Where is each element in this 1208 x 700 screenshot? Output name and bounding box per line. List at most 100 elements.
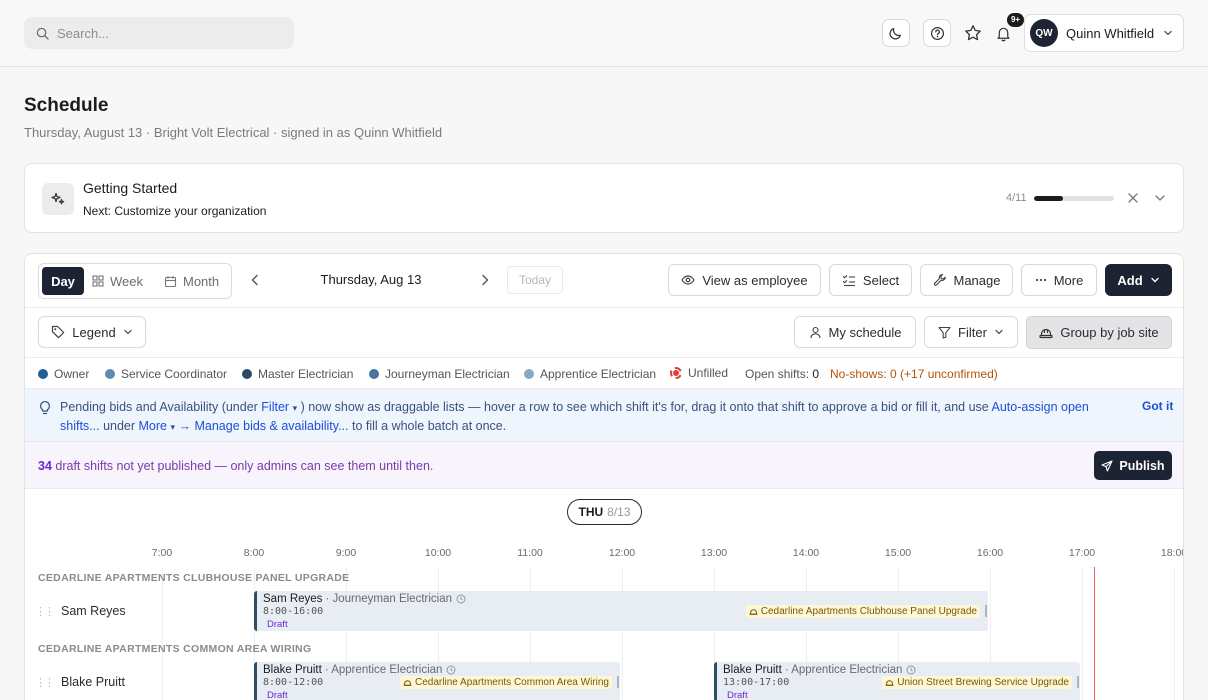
legend-item-unfilled: Unfilled bbox=[670, 366, 728, 380]
progress-fill bbox=[1034, 196, 1063, 201]
legend-label: Legend bbox=[72, 324, 116, 340]
view-month-label: Month bbox=[183, 273, 220, 289]
legend-label: Master Electrician bbox=[258, 367, 354, 381]
manage-label: Manage bbox=[953, 272, 1001, 288]
theme-toggle-button[interactable] bbox=[882, 19, 910, 47]
getting-started-title: Getting Started bbox=[83, 180, 178, 196]
caret-down-icon: ▾ bbox=[170, 422, 176, 432]
open-shifts-label: Open shifts: bbox=[745, 367, 810, 381]
shift-status: Draft bbox=[267, 619, 288, 630]
shift-header: Sam Reyes · Journeyman Electrician bbox=[263, 593, 466, 605]
resize-handle[interactable] bbox=[985, 605, 987, 617]
filter-button[interactable]: Filter bbox=[924, 316, 1018, 348]
favorites-button[interactable] bbox=[961, 19, 985, 47]
notification-badge: 9+ bbox=[1007, 13, 1024, 27]
top-bar: 9+ QW Quinn Whitfield bbox=[0, 0, 1208, 67]
chevron-down-icon[interactable] bbox=[1153, 191, 1167, 205]
add-button[interactable]: Add bbox=[1105, 264, 1172, 296]
shift-job-site-text: Union Street Brewing Service Upgrade bbox=[897, 677, 1069, 688]
publish-button[interactable]: Publish bbox=[1094, 451, 1172, 480]
view-day-button[interactable]: Day bbox=[42, 267, 84, 295]
shift-employee: Blake Pruitt bbox=[723, 664, 782, 676]
tag-icon bbox=[52, 325, 65, 339]
chevron-down-icon bbox=[1150, 277, 1159, 283]
chevron-right-icon[interactable] bbox=[477, 272, 493, 288]
legend-button[interactable]: Legend bbox=[38, 316, 146, 348]
tip-manage-bids-link[interactable]: → Manage bids & availability... bbox=[179, 419, 349, 433]
hour-tick-label: 14:00 bbox=[792, 547, 820, 559]
group-by-job-site-button[interactable]: Group by job site bbox=[1026, 316, 1172, 349]
shift-card[interactable]: Sam Reyes · Journeyman Electrician 8:00-… bbox=[254, 591, 988, 631]
lightbulb-icon bbox=[40, 401, 50, 415]
select-label: Select bbox=[862, 272, 900, 288]
tip-text-part: to fill a whole batch at once. bbox=[348, 419, 507, 433]
view-week-label: Week bbox=[110, 273, 143, 289]
got-it-button[interactable]: Got it bbox=[1142, 399, 1173, 413]
role-legend: Owner Service Coordinator Master Electri… bbox=[25, 358, 1183, 389]
tip-filter-link[interactable]: Filter bbox=[261, 400, 289, 414]
employee-name: Blake Pruitt bbox=[61, 675, 125, 689]
shift-card[interactable]: Blake Pruitt · Apprentice Electrician 13… bbox=[714, 662, 1080, 700]
today-button[interactable]: Today bbox=[507, 266, 563, 294]
draft-shifts-text: 34 draft shifts not yet published — only… bbox=[38, 459, 433, 473]
bell-icon bbox=[996, 27, 1010, 41]
my-schedule-button[interactable]: My schedule bbox=[794, 316, 916, 348]
avatar: QW bbox=[1030, 19, 1058, 47]
eye-icon bbox=[681, 275, 696, 285]
help-button[interactable] bbox=[923, 19, 951, 47]
shift-job-site: Cedarline Apartments Clubhouse Panel Upg… bbox=[745, 605, 980, 618]
hour-tick-label: 11:00 bbox=[517, 547, 543, 559]
shift-header: Blake Pruitt · Apprentice Electrician bbox=[263, 664, 456, 676]
view-month-button[interactable]: Month bbox=[164, 267, 219, 295]
close-icon[interactable] bbox=[1126, 191, 1140, 205]
search-input[interactable] bbox=[57, 25, 267, 41]
getting-started-card[interactable]: Getting Started Next: Customize your org… bbox=[24, 163, 1184, 233]
legend-dot bbox=[524, 369, 534, 379]
clock-icon bbox=[456, 594, 466, 604]
shift-role-text: Apprentice Electrician bbox=[791, 664, 903, 676]
draft-message: draft shifts not yet published — only ad… bbox=[51, 459, 434, 473]
view-week-button[interactable]: Week bbox=[92, 267, 143, 295]
view-as-employee-button[interactable]: View as employee bbox=[668, 264, 821, 296]
more-button[interactable]: More bbox=[1021, 264, 1097, 296]
shift-status: Draft bbox=[267, 690, 288, 700]
hour-tick-label: 18:00 bbox=[1160, 547, 1183, 559]
day-date: 8/13 bbox=[607, 505, 631, 519]
tip-text-part: under bbox=[99, 419, 139, 433]
drag-handle-icon[interactable]: ⋮⋮ bbox=[35, 676, 55, 689]
hour-tick-label: 16:00 bbox=[976, 547, 1004, 559]
more-label: More bbox=[1053, 272, 1084, 288]
shift-card[interactable]: Blake Pruitt · Apprentice Electrician 8:… bbox=[254, 662, 620, 700]
page-subtitle: Thursday, August 13 · Bright Volt Electr… bbox=[24, 125, 443, 140]
my-schedule-label: My schedule bbox=[828, 324, 902, 340]
shift-employee: Blake Pruitt bbox=[263, 664, 322, 676]
star-icon bbox=[965, 25, 981, 41]
manage-button[interactable]: Manage bbox=[920, 264, 1013, 296]
filter-label: Filter bbox=[958, 324, 987, 340]
chevron-left-icon[interactable] bbox=[247, 272, 263, 288]
no-shows-count[interactable]: No-shows: 0 (+17 unconfirmed) bbox=[830, 367, 998, 381]
shift-time: 8:00-16:00 bbox=[263, 606, 324, 617]
legend-item-journeyman-electrician: Journeyman Electrician bbox=[369, 367, 510, 381]
unfilled-icon bbox=[670, 367, 682, 379]
user-menu[interactable]: QW Quinn Whitfield bbox=[1024, 14, 1184, 52]
user-icon bbox=[809, 326, 821, 338]
shift-job-site: Cedarline Apartments Common Area Wiring bbox=[400, 676, 612, 689]
search-box[interactable] bbox=[24, 17, 294, 49]
resize-handle[interactable] bbox=[1077, 676, 1079, 688]
employee-row-label[interactable]: ⋮⋮ Blake Pruitt bbox=[35, 675, 125, 689]
select-button[interactable]: Select bbox=[829, 264, 912, 296]
shift-role: · Journeyman Electrician bbox=[325, 593, 452, 605]
employee-row-label[interactable]: ⋮⋮ Sam Reyes bbox=[35, 604, 126, 618]
notifications-button[interactable]: 9+ bbox=[991, 13, 1024, 47]
drag-handle-icon[interactable]: ⋮⋮ bbox=[35, 605, 55, 618]
getting-started-next-step[interactable]: Next: Customize your organization bbox=[83, 204, 266, 218]
publish-label: Publish bbox=[1119, 458, 1165, 473]
shift-time: 13:00-17:00 bbox=[723, 677, 790, 688]
tip-more-link[interactable]: More bbox=[139, 419, 167, 433]
legend-label: Journeyman Electrician bbox=[385, 367, 510, 381]
caret-down-icon: ▾ bbox=[292, 403, 298, 413]
shift-time: 8:00-12:00 bbox=[263, 677, 324, 688]
view-switcher: Day Week Month bbox=[38, 263, 232, 299]
resize-handle[interactable] bbox=[617, 676, 619, 688]
